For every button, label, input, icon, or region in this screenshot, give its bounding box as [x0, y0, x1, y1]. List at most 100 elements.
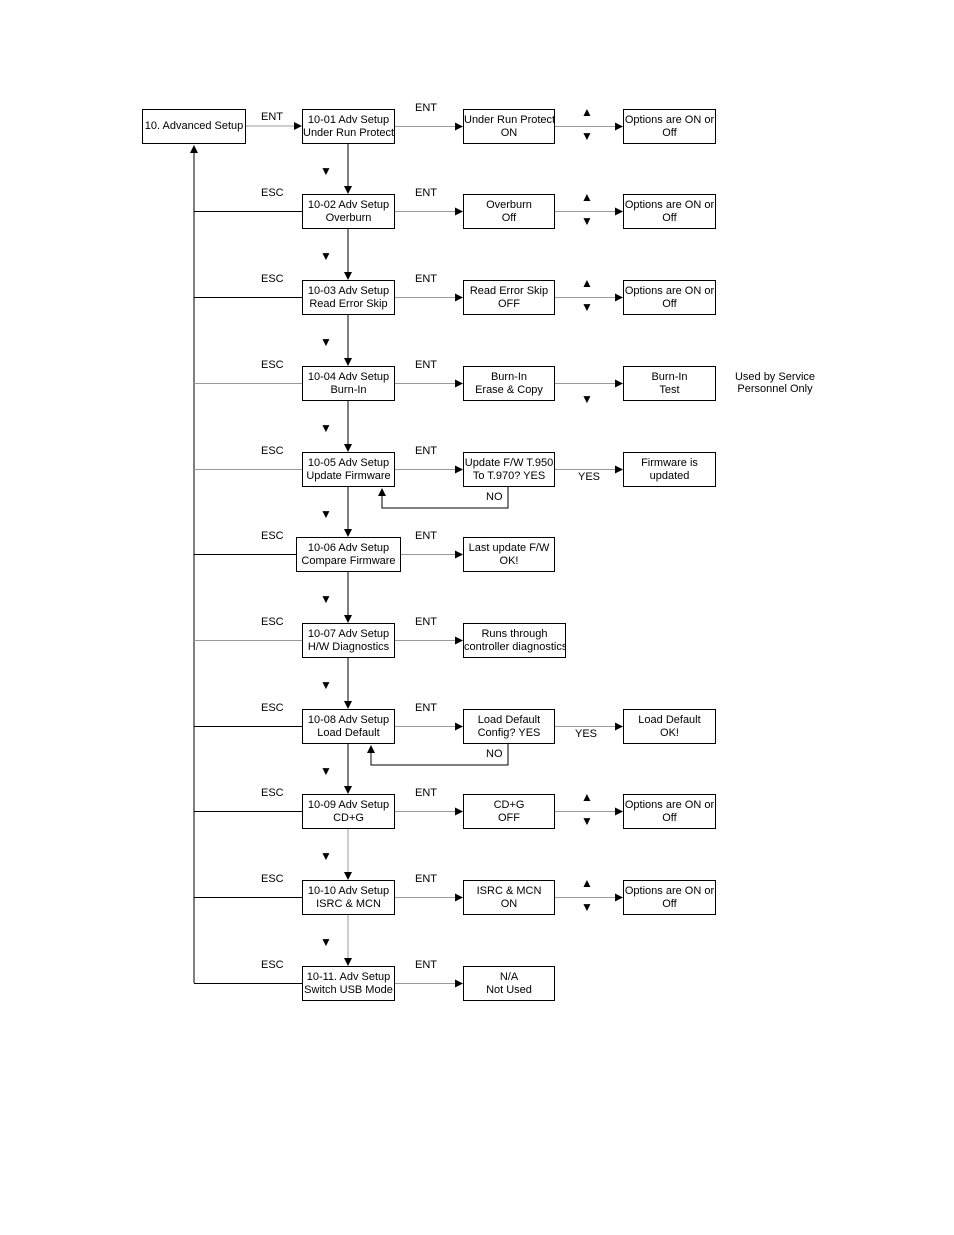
result-step-5: Firmware is updated — [623, 452, 716, 487]
esc-label: ESC — [261, 959, 284, 971]
result-step-4-line2: Test — [659, 383, 680, 396]
menu-step-4: 10-04 Adv Setup Burn-In — [302, 366, 395, 401]
menu-step-3: 10-03 Adv Setup Read Error Skip — [302, 280, 395, 315]
ent-label: ENT — [261, 111, 283, 123]
down-arrow-icon: ▼ — [581, 214, 593, 228]
ent-label: ENT — [415, 102, 437, 114]
value-step-10-line2: ON — [500, 897, 518, 910]
value-step-6-line2: OK! — [499, 554, 519, 567]
value-step-6: Last update F/W OK! — [463, 537, 555, 572]
result-step-8-line1: Load Default — [638, 713, 701, 726]
down-arrow-icon: ▼ — [320, 249, 332, 263]
result-step-1: Options are ON or Off — [623, 109, 716, 144]
menu-step-1-line1: 10-01 Adv Setup — [307, 113, 390, 126]
value-step-3: Read Error Skip OFF — [463, 280, 555, 315]
ent-label: ENT — [415, 187, 437, 199]
result-step-9-line1: Options are ON or — [624, 798, 715, 811]
value-step-2: Overburn Off — [463, 194, 555, 229]
down-arrow-icon: ▼ — [581, 814, 593, 828]
value-step-9-line1: CD+G — [493, 798, 525, 811]
value-step-2-line1: Overburn — [486, 198, 532, 211]
menu-step-1: 10-01 Adv Setup Under Run Protect — [302, 109, 395, 144]
value-step-7: Runs through controller diagnostics — [463, 623, 566, 658]
menu-step-10-line2: ISRC & MCN — [316, 897, 381, 910]
menu-step-11: 10-11. Adv Setup Switch USB Mode — [302, 966, 395, 1001]
result-step-8-line2: OK! — [660, 726, 679, 739]
down-arrow-icon: ▼ — [320, 849, 332, 863]
down-arrow-icon: ▼ — [320, 678, 332, 692]
value-step-9: CD+G OFF — [463, 794, 555, 829]
value-step-4: Burn-In Erase & Copy — [463, 366, 555, 401]
result-step-2: Options are ON or Off — [623, 194, 716, 229]
ent-label: ENT — [415, 616, 437, 628]
up-arrow-icon: ▲ — [581, 105, 593, 119]
down-arrow-icon: ▼ — [581, 300, 593, 314]
result-step-1-line1: Options are ON or — [624, 113, 715, 126]
result-step-3-line1: Options are ON or — [624, 284, 715, 297]
result-step-9-line2: Off — [662, 811, 677, 824]
ent-label: ENT — [415, 702, 437, 714]
esc-label: ESC — [261, 873, 284, 885]
menu-step-6-line1: 10-06 Adv Setup — [307, 541, 390, 554]
ent-label: ENT — [415, 873, 437, 885]
no-label: NO — [486, 491, 503, 503]
menu-step-5: 10-05 Adv Setup Update Firmware — [302, 452, 395, 487]
down-arrow-icon: ▼ — [320, 164, 332, 178]
result-step-10-line1: Options are ON or — [624, 884, 715, 897]
menu-step-10: 10-10 Adv Setup ISRC & MCN — [302, 880, 395, 915]
menu-step-7-line1: 10-07 Adv Setup — [307, 627, 390, 640]
value-step-5-line1: Update F/W T.950 — [464, 456, 554, 469]
value-step-3-line2: OFF — [498, 297, 520, 310]
result-step-9: Options are ON or Off — [623, 794, 716, 829]
root-advanced-setup-box: 10. Advanced Setup — [142, 109, 246, 144]
value-step-1-line1: Under Run Protect — [464, 113, 555, 126]
result-step-4-line1: Burn-In — [651, 370, 688, 383]
menu-step-2-line1: 10-02 Adv Setup — [307, 198, 390, 211]
result-step-1-line2: Off — [662, 126, 677, 139]
menu-step-5-line1: 10-05 Adv Setup — [307, 456, 390, 469]
result-step-10: Options are ON or Off — [623, 880, 716, 915]
value-step-11-line1: N/A — [499, 970, 519, 983]
value-step-10: ISRC & MCN ON — [463, 880, 555, 915]
esc-label: ESC — [261, 702, 284, 714]
down-arrow-icon: ▼ — [320, 764, 332, 778]
down-arrow-icon: ▼ — [320, 592, 332, 606]
value-step-11: N/A Not Used — [463, 966, 555, 1001]
ent-label: ENT — [415, 445, 437, 457]
down-arrow-icon: ▼ — [581, 392, 593, 406]
result-step-10-line2: Off — [662, 897, 677, 910]
value-step-10-line1: ISRC & MCN — [476, 884, 542, 897]
menu-step-9: 10-09 Adv Setup CD+G — [302, 794, 395, 829]
up-arrow-icon: ▲ — [581, 790, 593, 804]
menu-step-11-line2: Switch USB Mode — [304, 983, 393, 996]
result-step-8: Load Default OK! — [623, 709, 716, 744]
ent-label: ENT — [415, 787, 437, 799]
up-arrow-icon: ▲ — [581, 276, 593, 290]
value-step-7-line1: Runs through — [481, 627, 548, 640]
value-step-9-line2: OFF — [498, 811, 520, 824]
menu-step-7: 10-07 Adv Setup H/W Diagnostics — [302, 623, 395, 658]
result-step-2-line1: Options are ON or — [624, 198, 715, 211]
up-arrow-icon: ▲ — [581, 876, 593, 890]
menu-step-8-line1: 10-08 Adv Setup — [307, 713, 390, 726]
ent-label: ENT — [415, 273, 437, 285]
value-step-11-line2: Not Used — [486, 983, 532, 996]
menu-step-8-line2: Load Default — [317, 726, 380, 739]
result-step-3-line2: Off — [662, 297, 677, 310]
value-step-8-line2: Config? YES — [477, 726, 541, 739]
menu-step-9-line2: CD+G — [333, 811, 364, 824]
esc-label: ESC — [261, 359, 284, 371]
menu-step-4-line2: Burn-In — [330, 383, 367, 396]
service-note-line1: Used by Service — [734, 371, 816, 383]
service-note-line2: Personnel Only — [737, 383, 813, 395]
service-note: Used by Service Personnel Only — [728, 371, 822, 395]
yes-label: YES — [575, 727, 598, 740]
value-step-8: Load Default Config? YES — [463, 709, 555, 744]
up-arrow-icon: ▲ — [581, 190, 593, 204]
menu-step-6-line2: Compare Firmware — [301, 554, 396, 567]
result-step-5-line1: Firmware is — [641, 456, 698, 469]
esc-label: ESC — [261, 187, 284, 199]
value-step-2-line2: Off — [501, 211, 517, 224]
menu-step-6: 10-06 Adv Setup Compare Firmware — [296, 537, 401, 572]
esc-label: ESC — [261, 530, 284, 542]
